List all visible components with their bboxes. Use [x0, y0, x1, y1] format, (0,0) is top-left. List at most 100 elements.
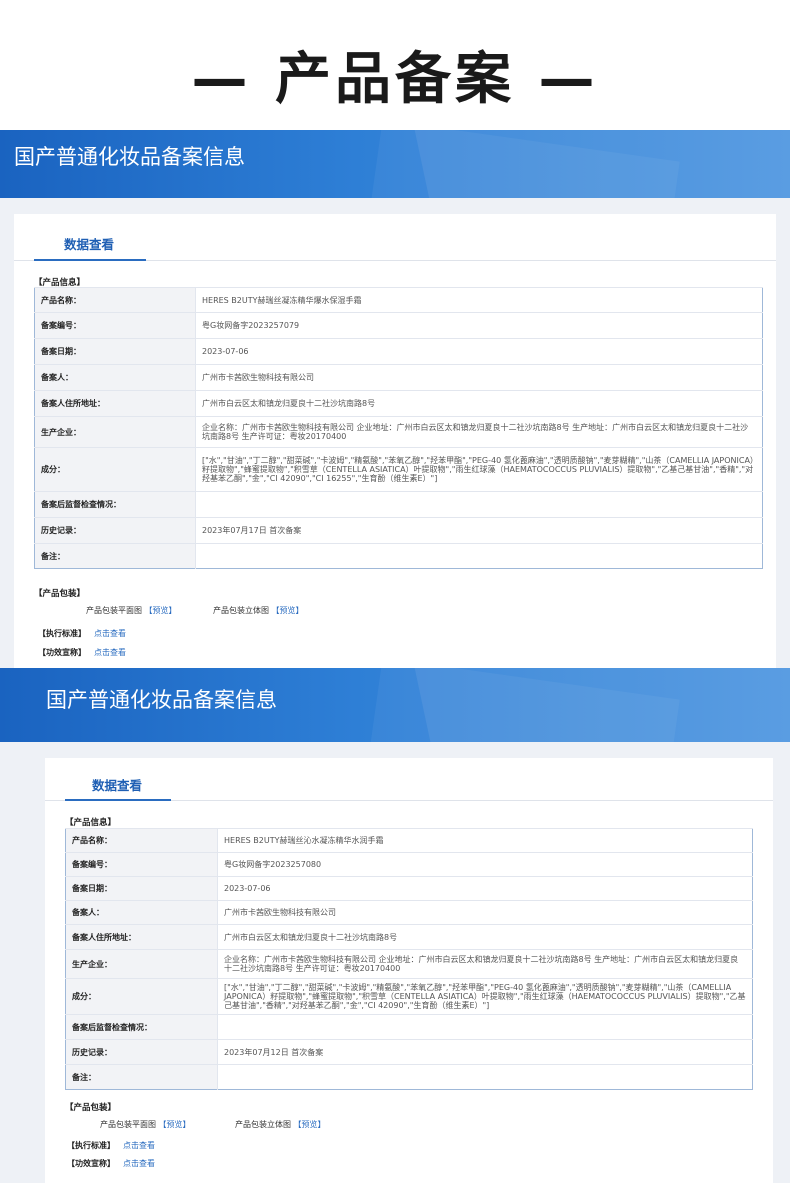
table-row: 历史记录： 2023年07月12日 首次备案 — [65, 1039, 753, 1065]
row-value: 广州市卡茜欧生物科技有限公司 — [195, 364, 763, 391]
row-key: 备案人： — [34, 364, 196, 391]
table-row: 生产企业： 企业名称：广州市卡茜欧生物科技有限公司 企业地址：广州市白云区太和镇龙… — [65, 949, 753, 979]
table-row: 备注： — [65, 1064, 753, 1090]
row-value: 广州市卡茜欧生物科技有限公司 — [217, 900, 753, 925]
row-key: 产品名称： — [34, 287, 196, 313]
package-3d-row: 产品包装立体图 【预览】 — [235, 1119, 326, 1130]
section-2-background: 数据查看 【产品信息】 产品名称： HERES B2UTY赫瑞丝沁水凝冻精华水润手… — [0, 742, 790, 1183]
table-row: 备案编号： 粤G妆网备字2023257079 — [34, 312, 763, 339]
row-key: 成分： — [34, 447, 196, 492]
row-value — [217, 1064, 753, 1090]
tab-active-underline — [65, 799, 171, 801]
package-flat-row: 产品包装平面图 【预览】 — [100, 1119, 191, 1130]
row-value: 企业名称：广州市卡茜欧生物科技有限公司 企业地址：广州市白云区太和镇龙归夏良十二… — [195, 416, 763, 448]
row-value: 广州市白云区太和镇龙归夏良十二社沙坑南路8号 — [217, 924, 753, 950]
row-key: 备案后监督检查情况： — [34, 491, 196, 518]
row-key: 历史记录： — [65, 1039, 218, 1065]
tab-active-underline — [34, 259, 146, 261]
row-key: 备注： — [34, 543, 196, 569]
table-row: 产品名称： HERES B2UTY赫瑞丝沁水凝冻精华水润手霜 — [65, 828, 753, 853]
product-info-label: 【产品信息】 — [65, 818, 117, 828]
banner-section-2: 国产普通化妆品备案信息 — [0, 668, 790, 742]
row-value: 粤G妆网备字2023257080 — [217, 852, 753, 877]
row-value: 粤G妆网备字2023257079 — [195, 312, 763, 339]
row-value — [195, 491, 763, 518]
row-key: 生产企业： — [65, 949, 218, 979]
efficacy-label: 【功效宣称】 — [67, 1159, 115, 1168]
table-row: 成分： ["水","甘油","丁二醇","甜菜碱","卡波姆","精氨酸","苯氧… — [34, 447, 763, 492]
table-row: 备案人： 广州市卡茜欧生物科技有限公司 — [65, 900, 753, 925]
row-value: 2023-07-06 — [195, 338, 763, 365]
row-key: 备案人住所地址： — [65, 924, 218, 950]
row-key: 备注： — [65, 1064, 218, 1090]
standard-view-link[interactable]: 点击查看 — [123, 1141, 155, 1150]
table-row: 产品名称： HERES B2UTY赫瑞丝凝冻精华爆水保湿手霜 — [34, 287, 763, 313]
package-3d-preview-link[interactable]: 【预览】 — [294, 1120, 326, 1129]
table-row: 备案日期： 2023-07-06 — [65, 876, 753, 901]
row-value: 广州市白云区太和镇龙归夏良十二社沙坑南路8号 — [195, 390, 763, 417]
package-3d-label: 产品包装立体图 — [213, 606, 269, 615]
row-key: 备案编号： — [65, 852, 218, 877]
package-flat-preview-link[interactable]: 【预览】 — [159, 1120, 191, 1129]
page-header: — 产品备案 — — [0, 0, 790, 130]
row-value: 2023年07月12日 首次备案 — [217, 1039, 753, 1065]
package-flat-preview-link[interactable]: 【预览】 — [145, 606, 177, 615]
product-info-table: 产品名称： HERES B2UTY赫瑞丝凝冻精华爆水保湿手霜 备案编号： 粤G妆网备… — [34, 287, 763, 569]
table-row: 成分： ["水","甘油","丁二醇","甜菜碱","卡波姆","精氨酸","苯氧… — [65, 978, 753, 1015]
table-row: 备案人住所地址： 广州市白云区太和镇龙归夏良十二社沙坑南路8号 — [65, 924, 753, 950]
section-1-background: 数据查看 【产品信息】 产品名称： HERES B2UTY赫瑞丝凝冻精华爆水保湿手… — [0, 198, 790, 668]
package-flat-label: 产品包装平面图 — [86, 606, 142, 615]
row-value — [217, 1014, 753, 1040]
row-key: 历史记录： — [34, 517, 196, 544]
table-row: 备案编号： 粤G妆网备字2023257080 — [65, 852, 753, 877]
tab-bar: 数据查看 — [45, 758, 773, 801]
banner-section-1: 国产普通化妆品备案信息 — [0, 130, 790, 198]
table-row: 备案人住所地址： 广州市白云区太和镇龙归夏良十二社沙坑南路8号 — [34, 390, 763, 417]
row-key: 产品名称： — [65, 828, 218, 853]
package-flat-row: 产品包装平面图 【预览】 — [86, 605, 177, 616]
table-row: 备案日期： 2023-07-06 — [34, 338, 763, 365]
banner-title: 国产普通化妆品备案信息 — [14, 145, 245, 169]
efficacy-view-link[interactable]: 点击查看 — [94, 648, 126, 657]
row-value: HERES B2UTY赫瑞丝凝冻精华爆水保湿手霜 — [195, 287, 763, 313]
table-row: 备案人： 广州市卡茜欧生物科技有限公司 — [34, 364, 763, 391]
record-card-1: 数据查看 【产品信息】 产品名称： HERES B2UTY赫瑞丝凝冻精华爆水保湿手… — [14, 214, 776, 668]
row-key: 备案后监督检查情况： — [65, 1014, 218, 1040]
efficacy-row: 【功效宣称】 点击查看 — [38, 647, 126, 658]
table-row: 备注： — [34, 543, 763, 569]
row-value: 2023年07月17日 首次备案 — [195, 517, 763, 544]
row-value — [195, 543, 763, 569]
tab-data-view[interactable]: 数据查看 — [64, 234, 114, 253]
standard-label: 【执行标准】 — [38, 629, 86, 638]
standard-label: 【执行标准】 — [67, 1141, 115, 1150]
row-key: 成分： — [65, 978, 218, 1015]
banner-title: 国产普通化妆品备案信息 — [46, 688, 277, 712]
row-value: 2023-07-06 — [217, 876, 753, 901]
standard-view-link[interactable]: 点击查看 — [94, 629, 126, 638]
row-key: 备案人住所地址： — [34, 390, 196, 417]
efficacy-label: 【功效宣称】 — [38, 648, 86, 657]
product-info-table: 产品名称： HERES B2UTY赫瑞丝沁水凝冻精华水润手霜 备案编号： 粤G妆网备… — [65, 828, 753, 1090]
standard-row: 【执行标准】 点击查看 — [38, 628, 126, 639]
tab-data-view[interactable]: 数据查看 — [92, 775, 142, 794]
efficacy-view-link[interactable]: 点击查看 — [123, 1159, 155, 1168]
row-key: 备案日期： — [34, 338, 196, 365]
package-3d-label: 产品包装立体图 — [235, 1120, 291, 1129]
package-3d-row: 产品包装立体图 【预览】 — [213, 605, 304, 616]
table-row: 备案后监督检查情况： — [65, 1014, 753, 1040]
row-value: 企业名称：广州市卡茜欧生物科技有限公司 企业地址：广州市白云区太和镇龙归夏良十二… — [217, 949, 753, 979]
table-row: 历史记录： 2023年07月17日 首次备案 — [34, 517, 763, 544]
row-key: 备案人： — [65, 900, 218, 925]
table-row: 备案后监督检查情况： — [34, 491, 763, 518]
tab-bar: 数据查看 — [14, 214, 776, 261]
package-3d-preview-link[interactable]: 【预览】 — [272, 606, 304, 615]
row-key: 备案日期： — [65, 876, 218, 901]
table-row: 生产企业： 企业名称：广州市卡茜欧生物科技有限公司 企业地址：广州市白云区太和镇龙… — [34, 416, 763, 448]
efficacy-row: 【功效宣称】 点击查看 — [67, 1158, 155, 1169]
row-key: 备案编号： — [34, 312, 196, 339]
row-value: HERES B2UTY赫瑞丝沁水凝冻精华水润手霜 — [217, 828, 753, 853]
record-card-2: 数据查看 【产品信息】 产品名称： HERES B2UTY赫瑞丝沁水凝冻精华水润手… — [45, 758, 773, 1183]
package-label: 【产品包装】 — [65, 1103, 117, 1113]
package-flat-label: 产品包装平面图 — [100, 1120, 156, 1129]
row-value: ["水","甘油","丁二醇","甜菜碱","卡波姆","精氨酸","苯氧乙醇"… — [217, 978, 753, 1015]
